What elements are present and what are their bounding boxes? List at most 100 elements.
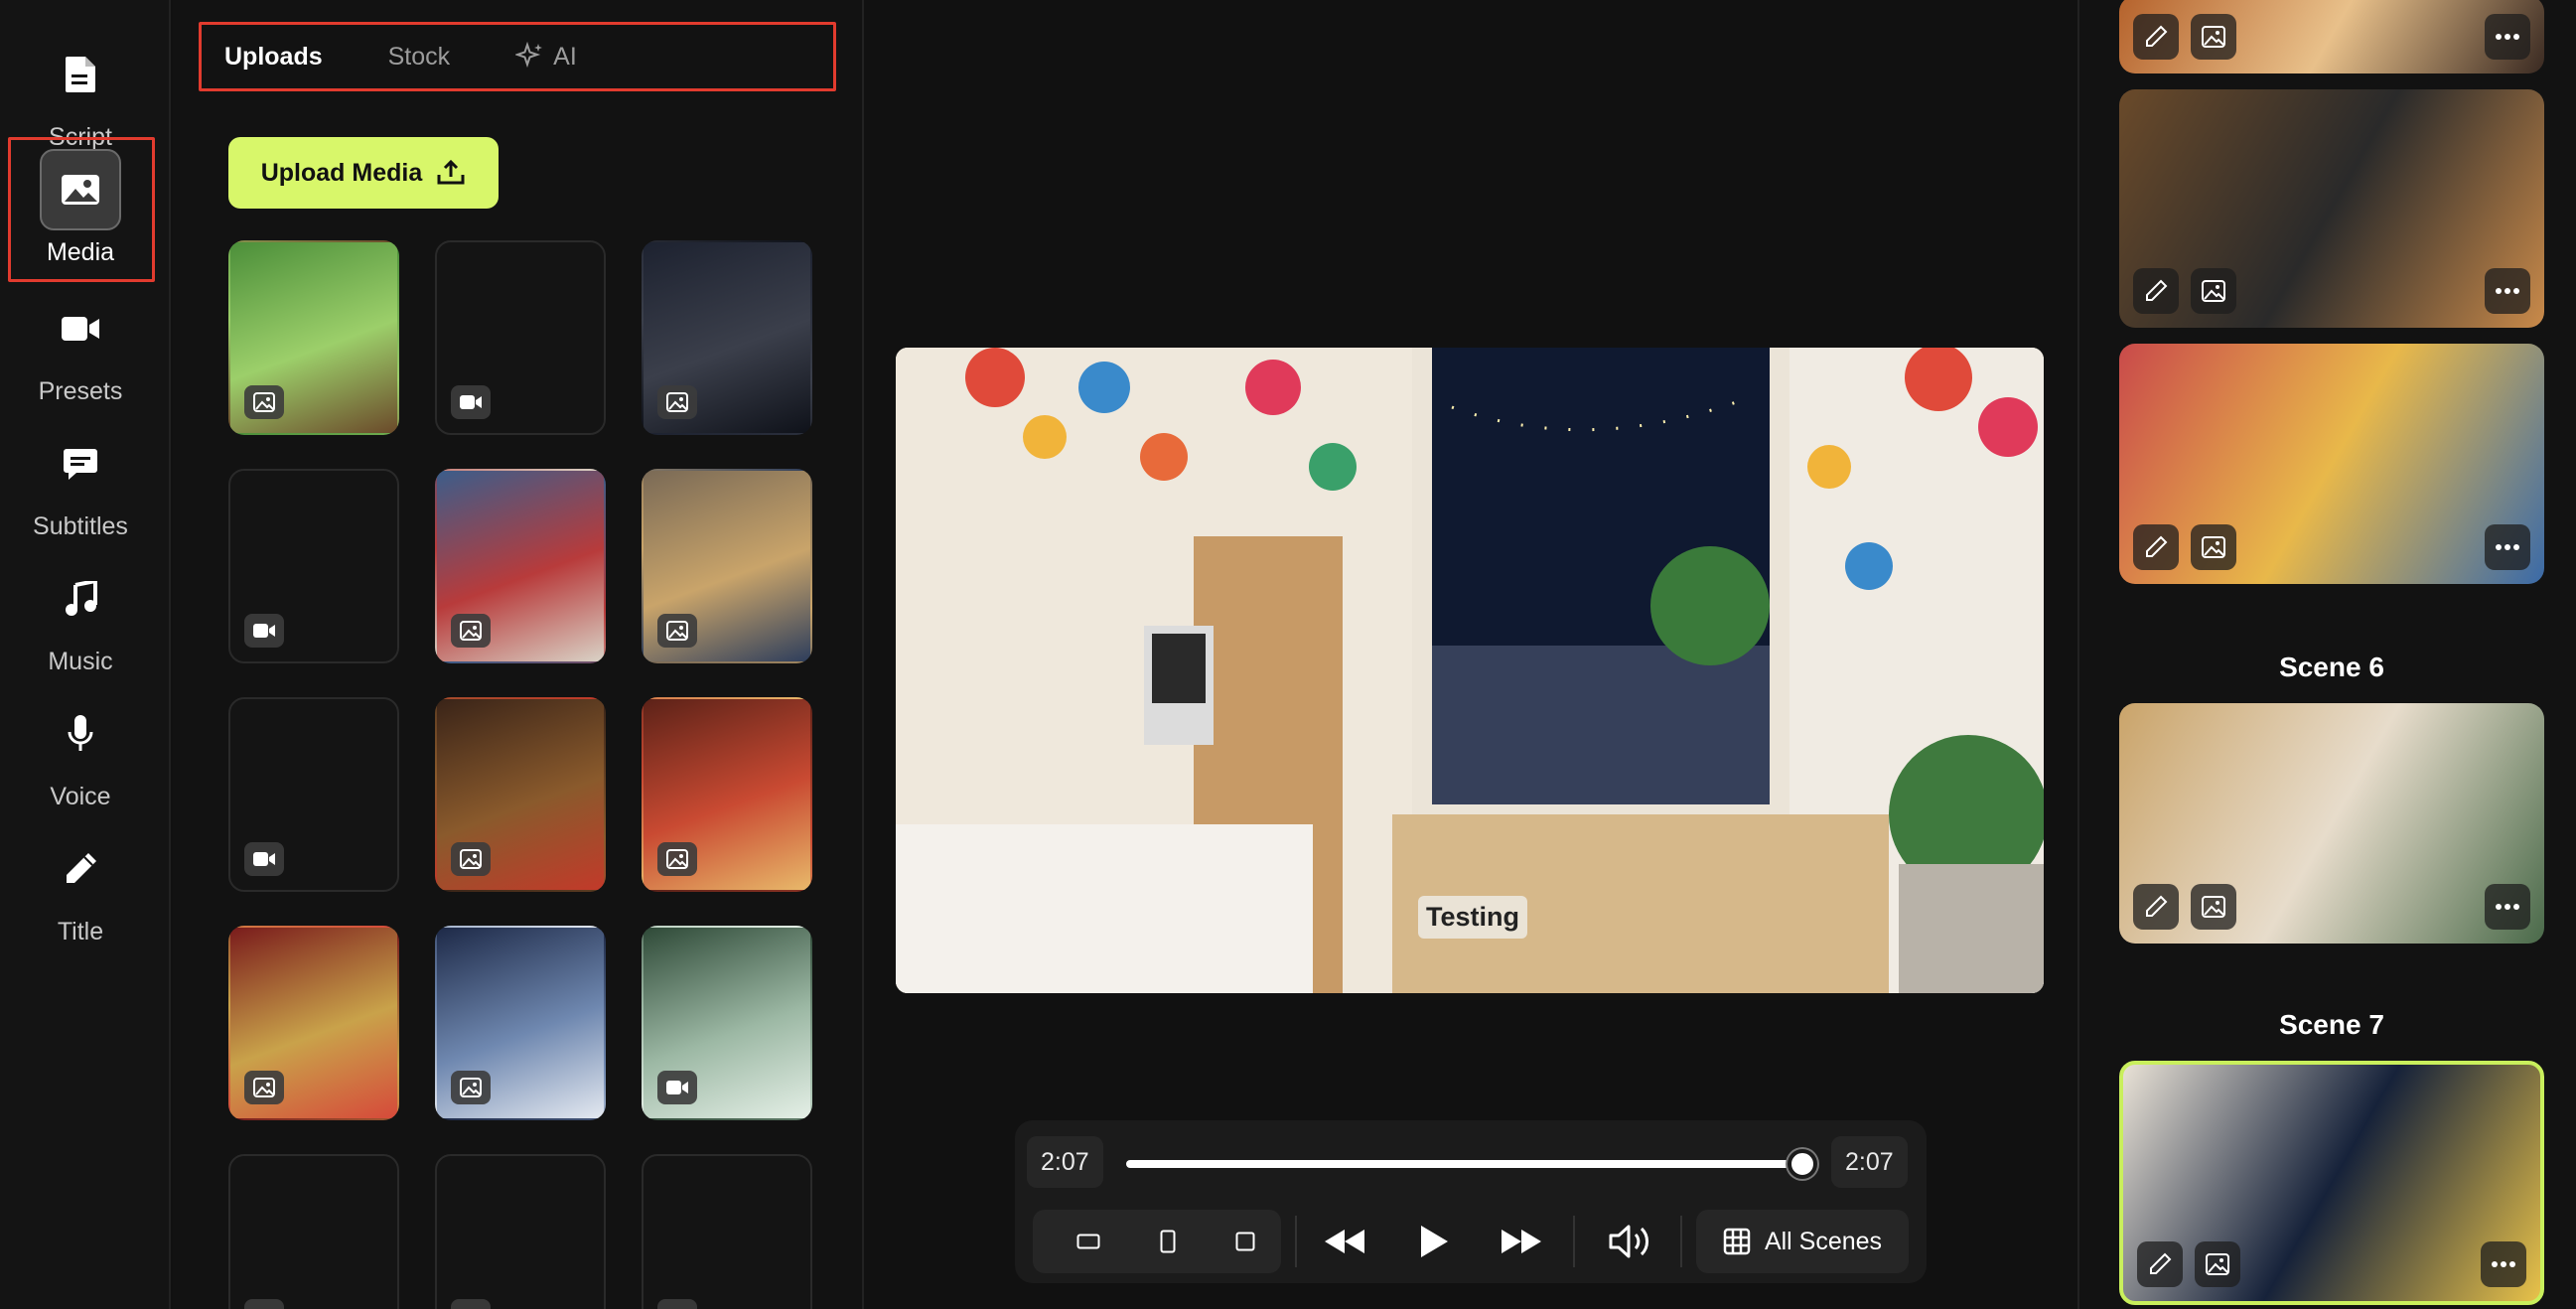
tab-uploads[interactable]: Uploads [224, 43, 323, 72]
pencil-icon [2146, 535, 2168, 557]
image-icon [451, 1071, 491, 1104]
nav-label: Music [48, 648, 113, 675]
all-scenes-button[interactable]: All Scenes [1696, 1210, 1909, 1273]
all-scenes-label: All Scenes [1764, 1227, 1883, 1255]
media-tile-video[interactable] [228, 1154, 399, 1309]
scene-list: Scene 6 Scene 7 [2077, 0, 2576, 1309]
image-icon [40, 149, 121, 230]
more-horizontal-icon [2492, 1261, 2515, 1267]
nav-item-media[interactable]: Media [0, 149, 161, 284]
music-note-icon [40, 558, 121, 640]
play-button[interactable] [1398, 1212, 1470, 1271]
media-tile-image[interactable] [228, 240, 399, 435]
video-camera-icon [244, 614, 284, 648]
portrait-icon [1160, 1230, 1176, 1253]
media-tile-image[interactable] [435, 469, 606, 663]
media-tile-image[interactable] [642, 697, 812, 892]
pencil-icon [2146, 25, 2168, 47]
nav-item-title[interactable]: Title [0, 828, 161, 963]
replace-media-button[interactable] [2191, 14, 2236, 60]
upload-media-label: Upload Media [260, 158, 423, 187]
scene-card[interactable] [2119, 703, 2544, 944]
upload-icon [437, 159, 465, 185]
landscape-icon [1076, 1234, 1100, 1249]
image-icon [244, 1071, 284, 1104]
fast-forward-icon [1502, 1230, 1541, 1253]
media-panel: Uploads Stock AI Upload Media [173, 0, 864, 1309]
nav-label: Script [49, 123, 112, 151]
media-tile-video[interactable] [228, 697, 399, 892]
current-time: 2:07 [1027, 1136, 1103, 1188]
more-options-button[interactable] [2485, 14, 2530, 60]
more-options-button[interactable] [2481, 1241, 2526, 1287]
media-tabs: Uploads Stock AI [201, 24, 838, 89]
timeline-track[interactable] [1126, 1160, 1801, 1168]
video-editor: Script Media Presets Subtitles Music Voi… [0, 0, 2576, 1309]
media-tile-image[interactable] [435, 926, 606, 1120]
more-horizontal-icon [2496, 544, 2519, 550]
nav-item-subtitles[interactable]: Subtitles [0, 423, 161, 558]
tab-ai[interactable]: AI [515, 42, 577, 72]
scene-card[interactable] [2119, 344, 2544, 584]
document-icon [40, 34, 121, 115]
nav-item-music[interactable]: Music [0, 558, 161, 693]
edit-scene-button[interactable] [2133, 268, 2179, 314]
video-preview[interactable]: Testing [896, 348, 2044, 993]
pencil-icon [2146, 895, 2168, 917]
edit-scene-button[interactable] [2133, 524, 2179, 570]
aspect-ratio-group [1033, 1210, 1281, 1273]
more-options-button[interactable] [2485, 524, 2530, 570]
scene-card[interactable] [2119, 0, 2544, 73]
video-camera-icon [657, 1071, 697, 1104]
nav-item-presets[interactable]: Presets [0, 288, 161, 423]
rewind-button[interactable] [1309, 1212, 1380, 1271]
total-time: 2:07 [1831, 1136, 1908, 1188]
image-icon [451, 614, 491, 648]
nav-label: Title [57, 918, 104, 945]
edit-scene-button[interactable] [2137, 1241, 2183, 1287]
replace-media-button[interactable] [2191, 524, 2236, 570]
fast-forward-button[interactable] [1486, 1212, 1557, 1271]
video-camera-icon [244, 842, 284, 876]
scene-card-tools [2133, 14, 2236, 60]
media-tile-video[interactable] [642, 926, 812, 1120]
aspect-square-button[interactable] [1219, 1212, 1271, 1271]
media-tile-image[interactable] [228, 926, 399, 1120]
scene-card[interactable] [2119, 1061, 2544, 1305]
pencil-icon [2146, 279, 2168, 301]
volume-icon [1609, 1225, 1648, 1258]
media-tile-image[interactable] [435, 697, 606, 892]
controls-divider [1680, 1216, 1682, 1267]
media-tile-image[interactable] [642, 240, 812, 435]
tab-stock[interactable]: Stock [388, 43, 451, 72]
media-tile-video[interactable] [435, 1154, 606, 1309]
more-options-button[interactable] [2485, 268, 2530, 314]
nav-item-voice[interactable]: Voice [0, 693, 161, 828]
upload-media-button[interactable]: Upload Media [228, 137, 499, 209]
aspect-portrait-button[interactable] [1142, 1212, 1194, 1271]
volume-button[interactable] [1591, 1212, 1670, 1271]
image-icon [657, 614, 697, 648]
scene-card[interactable] [2119, 89, 2544, 328]
media-tile-video[interactable] [642, 1154, 812, 1309]
media-tile-video[interactable] [435, 240, 606, 435]
chat-bubble-icon [40, 423, 121, 505]
edit-scene-button[interactable] [2133, 884, 2179, 930]
media-tile-image[interactable] [642, 469, 812, 663]
replace-media-button[interactable] [2195, 1241, 2240, 1287]
left-nav-rail: Script Media Presets Subtitles Music Voi… [0, 0, 171, 1309]
nav-label: Subtitles [33, 512, 128, 540]
timeline-scrubber-handle[interactable] [1788, 1149, 1817, 1179]
subtitle-caption: Testing [1418, 896, 1527, 939]
nav-label: Media [46, 238, 115, 266]
media-tile-video[interactable] [228, 469, 399, 663]
tab-ai-label: AI [553, 42, 577, 71]
replace-media-button[interactable] [2191, 884, 2236, 930]
video-camera-icon [244, 1299, 284, 1309]
edit-scene-button[interactable] [2133, 14, 2179, 60]
player-controls: 2:07 2:07 All Scenes [1015, 1120, 1927, 1283]
aspect-landscape-button[interactable] [1063, 1212, 1114, 1271]
replace-media-button[interactable] [2191, 268, 2236, 314]
image-icon [2202, 280, 2225, 302]
more-options-button[interactable] [2485, 884, 2530, 930]
